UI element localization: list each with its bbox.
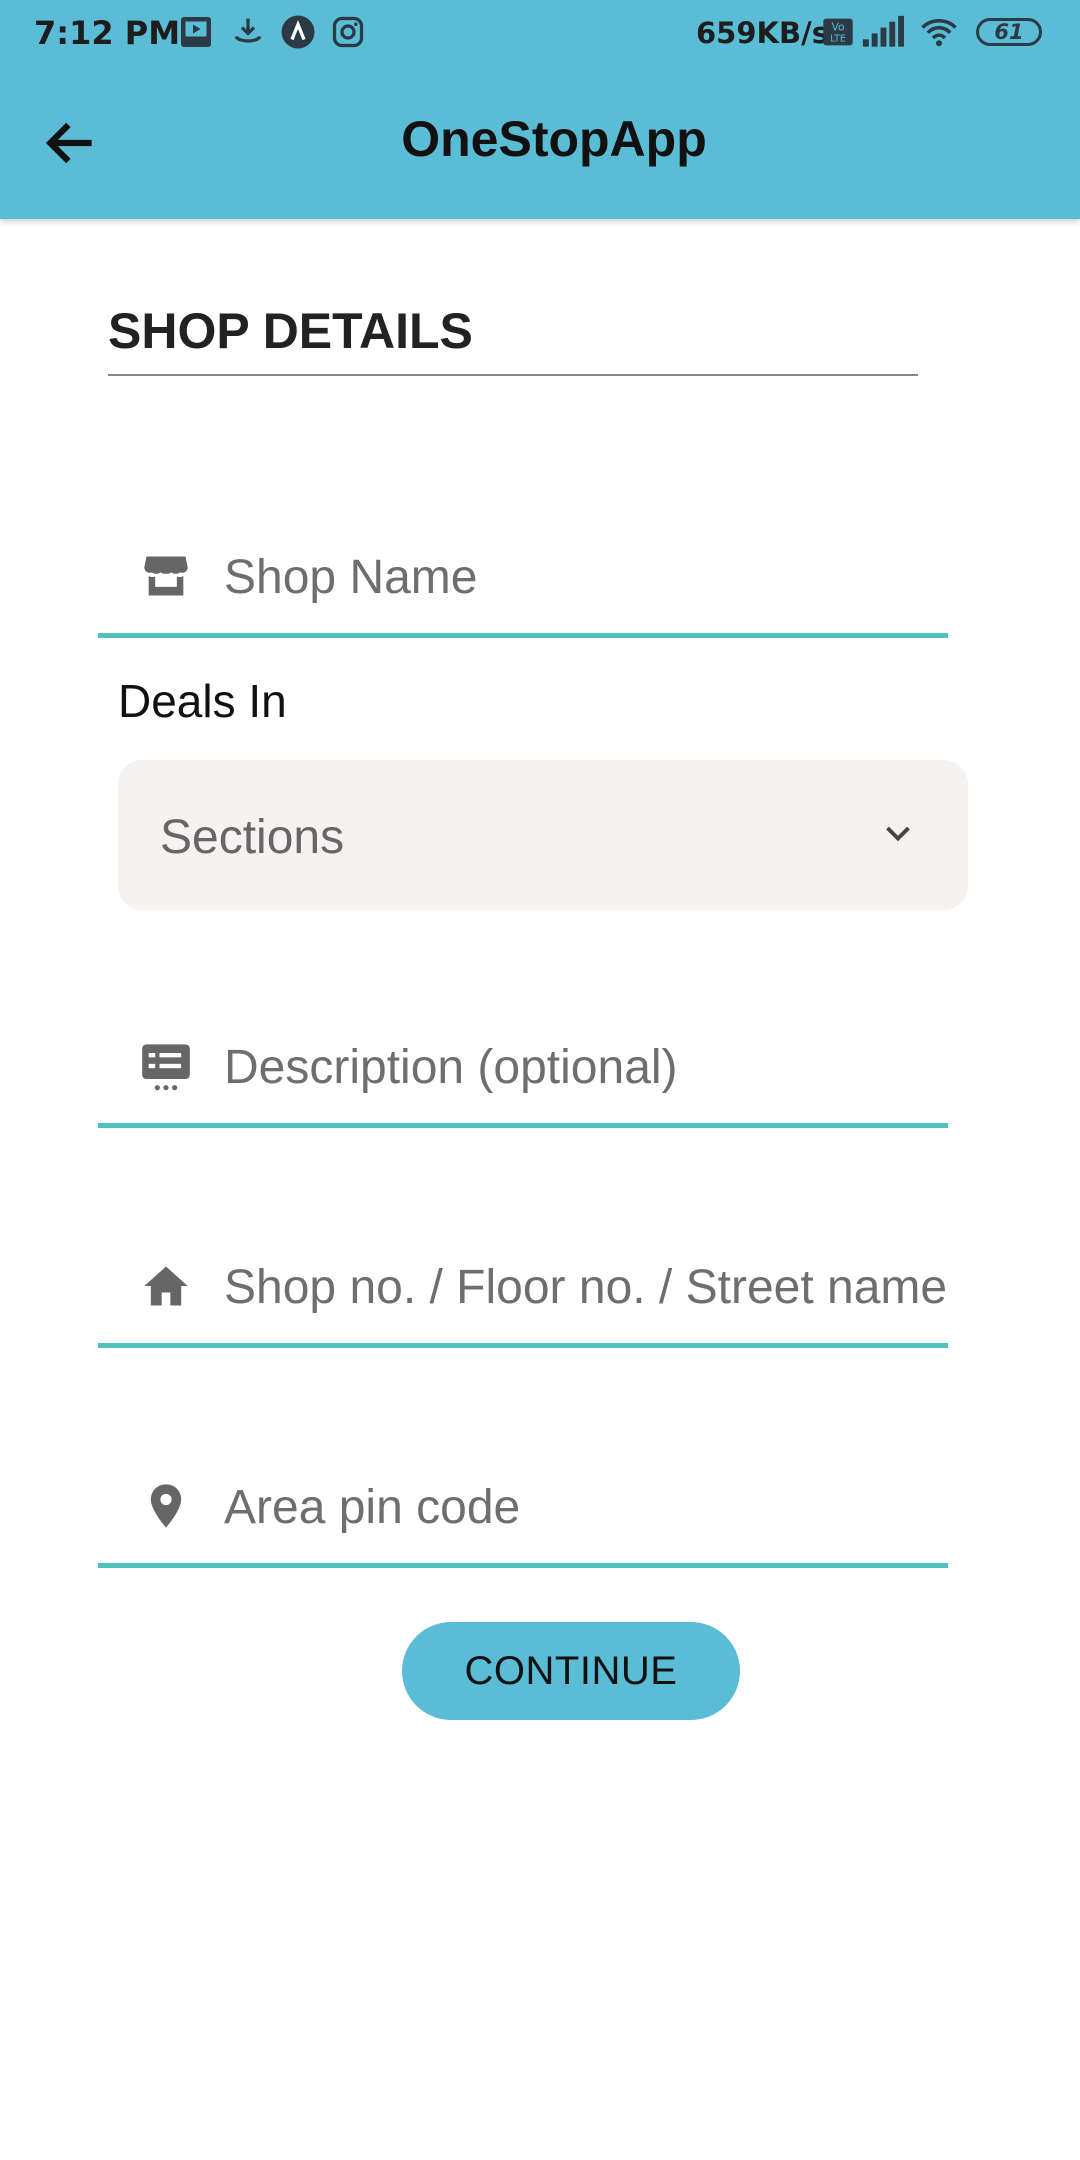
download-icon: [234, 18, 262, 43]
address-underline: [98, 1343, 948, 1348]
address-placeholder: Shop no. / Floor no. / Street name: [224, 1261, 948, 1314]
description-field[interactable]: Description (optional): [98, 1018, 948, 1128]
svg-text:LTE: LTE: [830, 33, 846, 44]
continue-button[interactable]: CONTINUE: [402, 1622, 740, 1720]
app-bar: 7:12 PM 659KB/s Vo LTE 61 OneStopApp: [0, 0, 1080, 219]
home-icon: [144, 1266, 188, 1306]
sections-dropdown[interactable]: Sections: [118, 760, 968, 910]
battery-icon: 61: [976, 18, 1042, 46]
signal-icon: [862, 15, 904, 47]
address-field[interactable]: Shop no. / Floor no. / Street name: [98, 1238, 948, 1348]
pincode-underline: [98, 1563, 948, 1568]
status-bar: 7:12 PM 659KB/s Vo LTE 61: [0, 0, 1080, 66]
shop-name-field[interactable]: Shop Name: [98, 528, 948, 638]
description-placeholder: Description (optional): [224, 1041, 678, 1094]
shop-name-underline: [98, 633, 948, 638]
dropdown-selected-value: Sections: [160, 811, 345, 864]
section-heading: SHOP DETAILS: [108, 303, 473, 359]
description-icon: [142, 1044, 190, 1091]
location-pin-icon: [150, 1484, 182, 1528]
store-icon: [144, 556, 188, 596]
status-time: 7:12 PM: [34, 14, 181, 52]
app-icon: [281, 15, 315, 49]
app-title: OneStopApp: [401, 111, 707, 167]
shop-name-placeholder: Shop Name: [224, 551, 478, 604]
pincode-field[interactable]: Area pin code: [98, 1458, 948, 1568]
volte-icon: Vo LTE: [823, 18, 853, 46]
wifi-icon: [921, 18, 957, 47]
pincode-placeholder: Area pin code: [224, 1481, 521, 1534]
battery-level: 61: [994, 20, 1024, 44]
instagram-icon: [332, 16, 364, 48]
deals-in-label: Deals In: [118, 675, 287, 727]
network-speed: 659KB/s: [696, 16, 829, 50]
svg-text:Vo: Vo: [832, 21, 845, 34]
heading-divider: [108, 374, 918, 376]
description-underline: [98, 1123, 948, 1128]
media-icon: [181, 17, 211, 47]
chevron-down-icon: [886, 826, 910, 842]
